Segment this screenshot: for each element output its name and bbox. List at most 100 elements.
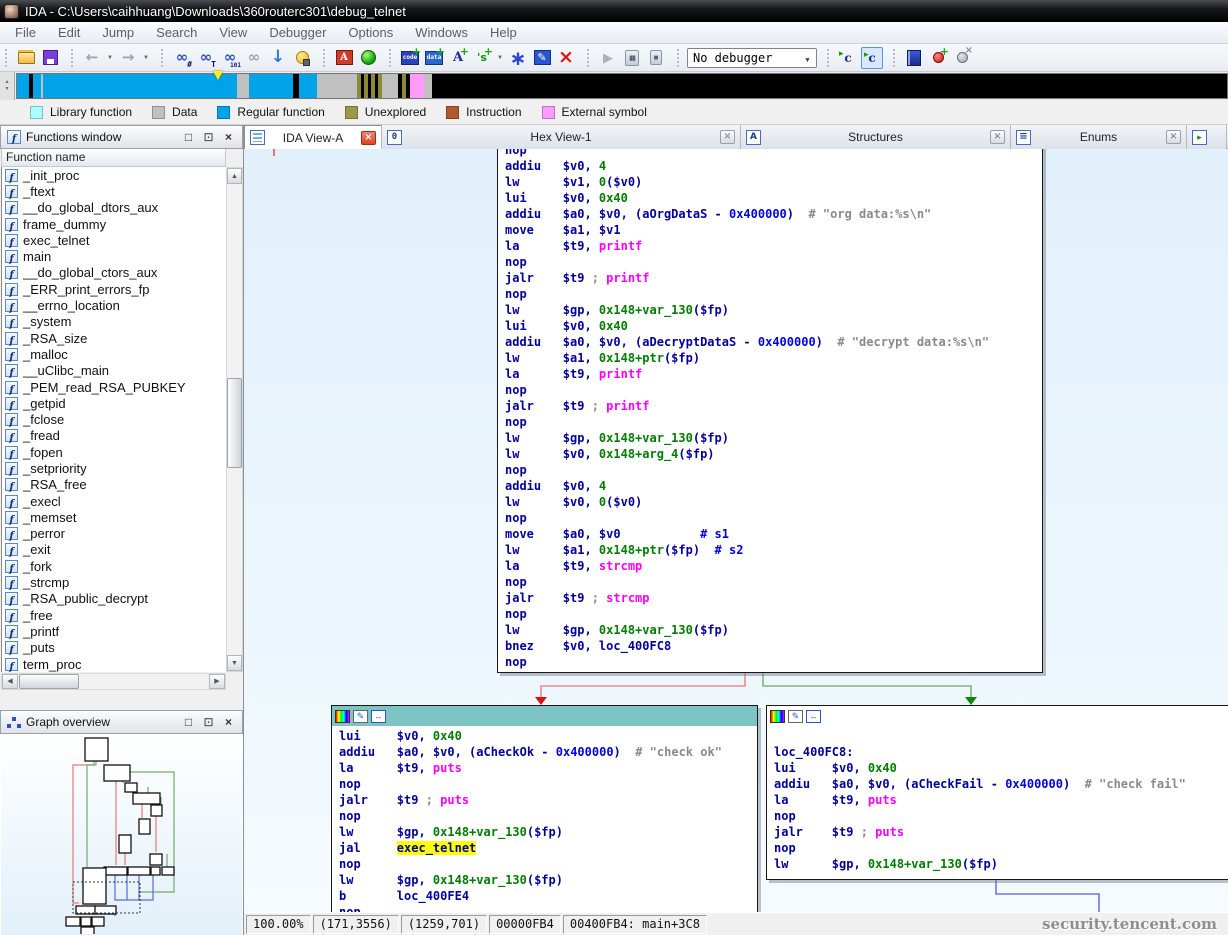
analysis-indicator-icon[interactable] [357,47,379,69]
tab-hex-view[interactable]: Hex View-1 [382,125,741,149]
code-line[interactable]: lw $gp, 0x148+var_130($fp) [505,622,1042,638]
nav-band-segment[interactable] [237,74,249,98]
code-line[interactable]: jalr $t9 ; strcmp [505,590,1042,606]
vscroll-thumb[interactable] [227,378,242,468]
code-line[interactable]: nop [505,382,1042,398]
code-line[interactable]: nop [505,254,1042,270]
float-icon[interactable] [201,715,216,730]
tab-ida-view[interactable]: IDA View-A [244,125,382,149]
code-line[interactable]: lw $a1, 0x148+ptr($fp) # s2 [505,542,1042,558]
code-line[interactable]: addiu $a0, $v0, (aCheckFail - 0x400000) … [774,776,1228,792]
debugger-select-caret-icon[interactable] [801,51,814,65]
ascii-warning-icon[interactable] [333,47,355,69]
create-name-icon[interactable] [447,47,469,69]
nav-forward-icon[interactable] [117,47,139,69]
code-line[interactable]: nop [505,606,1042,622]
function-row[interactable]: _free [2,607,226,623]
code-line[interactable]: jal exec_telnet [339,840,757,856]
code-line[interactable]: bnez $v0, loc_400FC8 [505,638,1042,654]
breakpoint-add-icon[interactable] [927,47,949,69]
function-row[interactable]: _RSA_public_decrypt [2,591,226,607]
code-line[interactable]: nop [505,414,1042,430]
nav-band-scroll-strip[interactable]: ▲▼ [0,72,15,100]
search-binoculars-hex-icon[interactable] [171,47,193,69]
create-data-icon[interactable] [423,47,445,69]
code-line[interactable]: addiu $v0, 4 [505,478,1042,494]
nav-band-segment[interactable] [410,74,424,98]
function-row[interactable]: _init_proc [2,167,226,183]
create-string-caret-icon[interactable] [495,47,505,69]
tab-new-window[interactable] [1187,125,1227,149]
node-edit-icon[interactable] [788,710,803,723]
code-line[interactable]: nop [505,510,1042,526]
menu-item-debugger[interactable]: Debugger [258,23,337,42]
function-row[interactable]: _fread [2,428,226,444]
function-row[interactable]: _setpriority [2,460,226,476]
node-frame-icon[interactable] [806,710,821,723]
function-row[interactable]: exec_telnet [2,232,226,248]
nav-band[interactable] [16,73,1228,99]
code-line[interactable]: addiu $v0, 4 [505,158,1042,174]
scroll-up-icon[interactable]: ▲ [227,168,242,184]
code-line[interactable]: lw $v1, 0($v0) [505,174,1042,190]
code-line[interactable]: la $t9, printf [505,366,1042,382]
basic-block-check-fail[interactable]: loc_400FC8:lui $v0, 0x40addiu $a0, $v0, … [766,705,1228,880]
code-line[interactable]: nop [774,840,1228,856]
tab-close-icon[interactable] [361,131,376,145]
menu-item-edit[interactable]: Edit [47,23,91,42]
hscroll-thumb[interactable] [19,674,79,689]
code-line[interactable]: lui $v0, 0x40 [339,728,757,744]
tab-close-icon[interactable] [720,130,735,144]
nav-back-icon[interactable] [81,47,103,69]
tab-structures[interactable]: Structures [741,125,1011,149]
code-line[interactable]: lw $a1, 0x148+ptr($fp) [505,350,1042,366]
node-palette-icon[interactable] [770,710,785,723]
function-row[interactable]: _fork [2,558,226,574]
node-frame-icon[interactable] [371,710,386,723]
float-icon[interactable] [201,130,216,145]
nav-band-segment[interactable] [249,74,293,98]
code-line[interactable]: nop [339,856,757,872]
highlight-tool-icon[interactable] [291,47,313,69]
function-row[interactable]: _strcmp [2,574,226,590]
search-binoculars-text-icon[interactable] [195,47,217,69]
function-row[interactable]: __uClibc_main [2,363,226,379]
menu-item-help[interactable]: Help [479,23,528,42]
nav-band-segment[interactable] [33,74,41,98]
function-row[interactable]: _printf [2,623,226,639]
scroll-right-icon[interactable]: ▶ [209,674,225,689]
code-line[interactable]: jalr $t9 ; puts [339,792,757,808]
code-line[interactable]: lw $gp, 0x148+var_130($fp) [339,872,757,888]
breakpoint-delete-icon[interactable] [951,47,973,69]
anterior-asterisk-icon[interactable] [507,47,529,69]
code-line[interactable]: loc_400FC8: [774,744,1228,760]
function-row[interactable]: __errno_location [2,297,226,313]
run-to-cursor-icon[interactable] [861,47,883,69]
title-bar[interactable]: IDA - C:\Users\caihhuang\Downloads\360ro… [0,0,1228,22]
functions-horizontal-scrollbar[interactable]: ◀ ▶ [1,673,226,690]
code-line[interactable]: lui $v0, 0x40 [774,760,1228,776]
functions-vertical-scrollbar[interactable]: ▲ ▼ [226,167,243,672]
nav-band-segment[interactable] [17,74,29,98]
code-line[interactable]: la $t9, puts [339,760,757,776]
code-line[interactable]: lui $v0, 0x40 [505,190,1042,206]
basic-block-main[interactable]: nopaddiu $v0, 4lw $v1, 0($v0)lui $v0, 0x… [497,149,1043,673]
code-line[interactable]: nop [505,654,1042,670]
graph-overview-body[interactable] [1,734,242,935]
create-code-icon[interactable] [399,47,421,69]
node-palette-icon[interactable] [335,710,350,723]
code-line[interactable]: nop [339,776,757,792]
function-row[interactable]: _exit [2,542,226,558]
maximize-icon[interactable] [181,715,196,730]
functions-window-titlebar[interactable]: Functions window [0,125,243,149]
jump-down-icon[interactable] [267,47,289,69]
code-line[interactable]: lw $v0, 0($v0) [505,494,1042,510]
function-row[interactable]: _ftext [2,183,226,199]
graph-canvas[interactable]: nopaddiu $v0, 4lw $v1, 0($v0)lui $v0, 0x… [244,149,1228,912]
code-line[interactable]: la $t9, printf [505,238,1042,254]
close-icon[interactable] [221,130,236,145]
nav-band-segment[interactable] [299,74,317,98]
function-row[interactable]: _getpid [2,395,226,411]
debugger-select[interactable]: No debugger [687,48,817,68]
function-row[interactable]: _RSA_size [2,330,226,346]
